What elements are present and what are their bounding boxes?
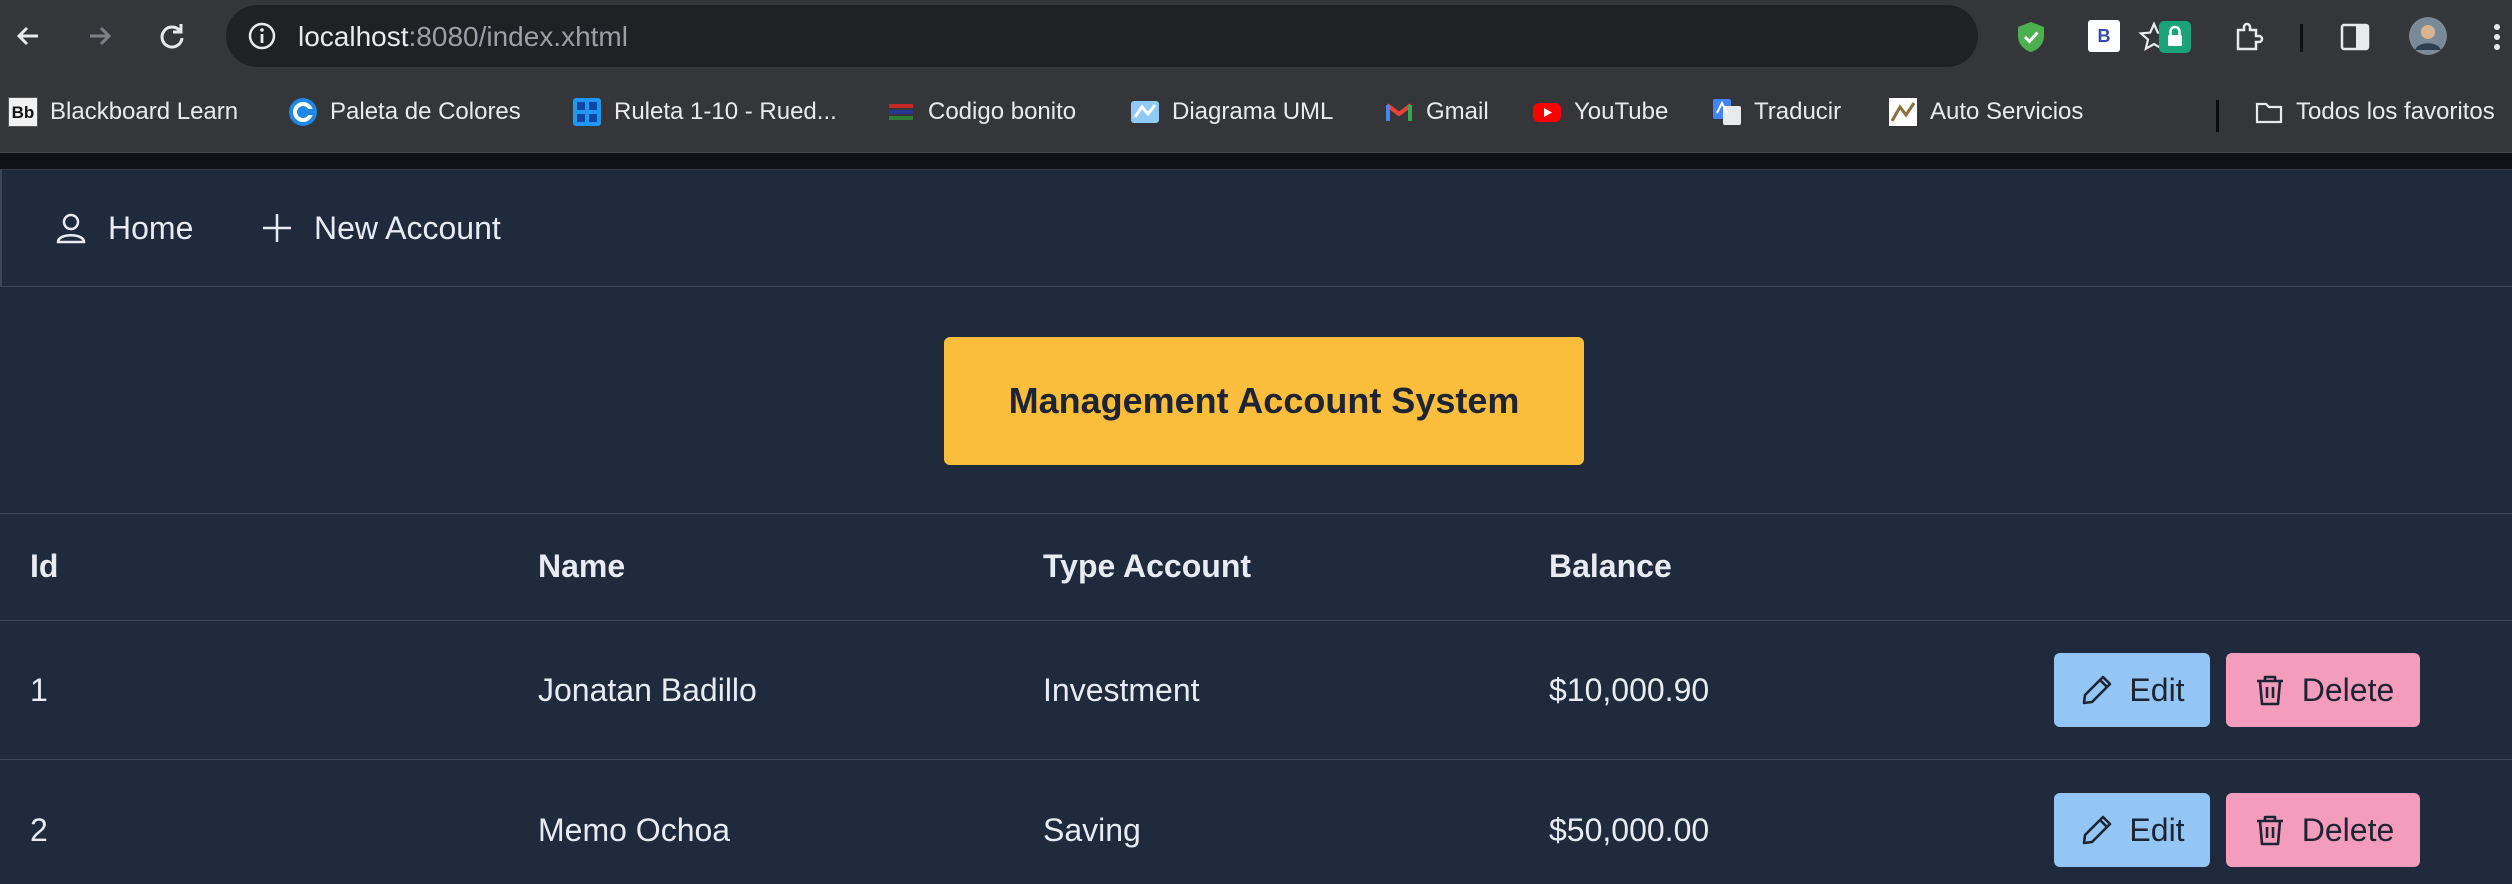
palette-icon bbox=[289, 98, 317, 126]
menu-home[interactable]: Home bbox=[54, 206, 193, 250]
edit-label: Edit bbox=[2129, 671, 2185, 708]
gmail-icon bbox=[1385, 103, 1413, 121]
all-bookmarks-label: Todos los favoritos bbox=[2296, 98, 2495, 125]
b-extension-letter: B bbox=[2097, 25, 2111, 46]
bookmark-uml[interactable]: Diagrama UML bbox=[1130, 96, 1333, 128]
trash-icon bbox=[2256, 815, 2283, 846]
side-panel-icon[interactable] bbox=[2338, 20, 2372, 54]
cell-name: Jonatan Badillo bbox=[538, 672, 757, 708]
bookmark-label: Blackboard Learn bbox=[50, 98, 239, 125]
bookmark-label: Gmail bbox=[1426, 98, 1489, 125]
row-border bbox=[0, 759, 2512, 760]
toolbar-divider bbox=[2300, 24, 2303, 52]
pencil-icon bbox=[2083, 675, 2112, 705]
menu-new-account[interactable]: New Account bbox=[260, 206, 501, 250]
user-icon bbox=[56, 213, 86, 244]
forward-arrow-icon[interactable] bbox=[84, 20, 116, 52]
bookmark-gmail[interactable]: Gmail bbox=[1384, 96, 1489, 128]
browser-toolbar: localhost:8080/index.xhtml B bbox=[0, 0, 2512, 72]
all-bookmarks-folder[interactable]: Todos los favoritos bbox=[2254, 96, 2495, 128]
table-header-border bbox=[0, 620, 2512, 621]
cell-id: 1 bbox=[30, 672, 48, 708]
bookmark-label: Codigo bonito bbox=[928, 98, 1077, 125]
bookmark-blackboard[interactable]: Bb Blackboard Learn bbox=[8, 96, 238, 128]
bookmark-auto-servicios[interactable]: Auto Servicios bbox=[1888, 96, 2083, 128]
bookmark-label: Ruleta 1-10 - Rued... bbox=[614, 98, 837, 125]
bookmarks-bar: Bb Blackboard Learn Paleta de Colores Ru… bbox=[0, 72, 2512, 153]
bookmark-label: Paleta de Colores bbox=[330, 98, 521, 125]
system-title: Management Account System bbox=[1008, 380, 1520, 421]
code-icon bbox=[889, 104, 913, 120]
delete-label: Delete bbox=[2301, 671, 2395, 708]
url-text: localhost:8080/index.xhtml bbox=[298, 22, 628, 52]
cell-balance: $50,000.00 bbox=[1549, 812, 1710, 848]
puzzle-extensions-icon[interactable] bbox=[2232, 20, 2266, 54]
b-extension-icon[interactable]: B bbox=[2088, 20, 2120, 52]
bookmark-label: Diagrama UML bbox=[1172, 98, 1334, 125]
bookmark-youtube[interactable]: YouTube bbox=[1532, 96, 1668, 128]
url-host: localhost bbox=[298, 21, 409, 52]
url-path: :8080/index.xhtml bbox=[408, 21, 628, 52]
delete-button[interactable]: Delete bbox=[2226, 793, 2420, 867]
auto-icon bbox=[1889, 98, 1917, 126]
blackboard-badge-text: Bb bbox=[11, 103, 35, 122]
blackboard-icon: Bb bbox=[8, 97, 38, 127]
back-arrow-icon[interactable] bbox=[12, 20, 44, 52]
bookmarks-divider bbox=[2216, 100, 2219, 132]
cell-type: Saving bbox=[1043, 812, 1141, 848]
column-header-id: Id bbox=[30, 548, 59, 584]
translate-icon bbox=[1713, 99, 1741, 125]
wheel-icon bbox=[573, 98, 601, 126]
cell-name: Memo Ochoa bbox=[538, 812, 731, 848]
bookmark-label: Traducir bbox=[1754, 98, 1842, 125]
system-title-button[interactable]: Management Account System bbox=[944, 337, 1584, 465]
edit-button[interactable]: Edit bbox=[2054, 793, 2210, 867]
uml-icon bbox=[1131, 101, 1159, 123]
site-info-icon[interactable] bbox=[246, 20, 278, 52]
menu-new-account-label: New Account bbox=[314, 209, 501, 246]
cell-balance: $10,000.90 bbox=[1549, 672, 1710, 708]
bookmark-codigo[interactable]: Codigo bonito bbox=[886, 96, 1076, 128]
bookmark-label: YouTube bbox=[1574, 98, 1669, 125]
menu-kebab-icon[interactable] bbox=[2490, 20, 2504, 54]
trash-icon bbox=[2256, 675, 2283, 706]
table-top-border bbox=[0, 513, 2512, 514]
delete-label: Delete bbox=[2301, 811, 2395, 848]
column-header-type: Type Account bbox=[1043, 548, 1252, 584]
folder-icon bbox=[2255, 102, 2283, 124]
menu-home-label: Home bbox=[108, 209, 194, 246]
column-header-name: Name bbox=[538, 548, 626, 584]
edit-label: Edit bbox=[2129, 811, 2185, 848]
reload-icon[interactable] bbox=[156, 20, 188, 52]
shield-extension-icon[interactable] bbox=[2014, 20, 2048, 54]
delete-button[interactable]: Delete bbox=[2226, 653, 2420, 727]
pencil-icon bbox=[2083, 815, 2112, 845]
profile-avatar[interactable] bbox=[2408, 16, 2448, 56]
page-top-strip bbox=[0, 153, 2512, 169]
bookmark-ruleta[interactable]: Ruleta 1-10 - Rued... bbox=[572, 96, 837, 128]
bookmark-paleta[interactable]: Paleta de Colores bbox=[288, 96, 521, 128]
plus-icon bbox=[263, 214, 291, 242]
cell-type: Investment bbox=[1043, 672, 1200, 708]
app-menubar: Home New Account bbox=[0, 169, 2512, 287]
address-bar[interactable]: localhost:8080/index.xhtml bbox=[226, 5, 2170, 67]
youtube-icon bbox=[1533, 103, 1561, 122]
lock-extension-icon[interactable] bbox=[2158, 20, 2192, 54]
bookmark-traducir[interactable]: Traducir bbox=[1712, 96, 1841, 128]
column-header-balance: Balance bbox=[1549, 548, 1672, 584]
edit-button[interactable]: Edit bbox=[2054, 653, 2210, 727]
bookmark-label: Auto Servicios bbox=[1930, 98, 2084, 125]
cell-id: 2 bbox=[30, 812, 48, 848]
